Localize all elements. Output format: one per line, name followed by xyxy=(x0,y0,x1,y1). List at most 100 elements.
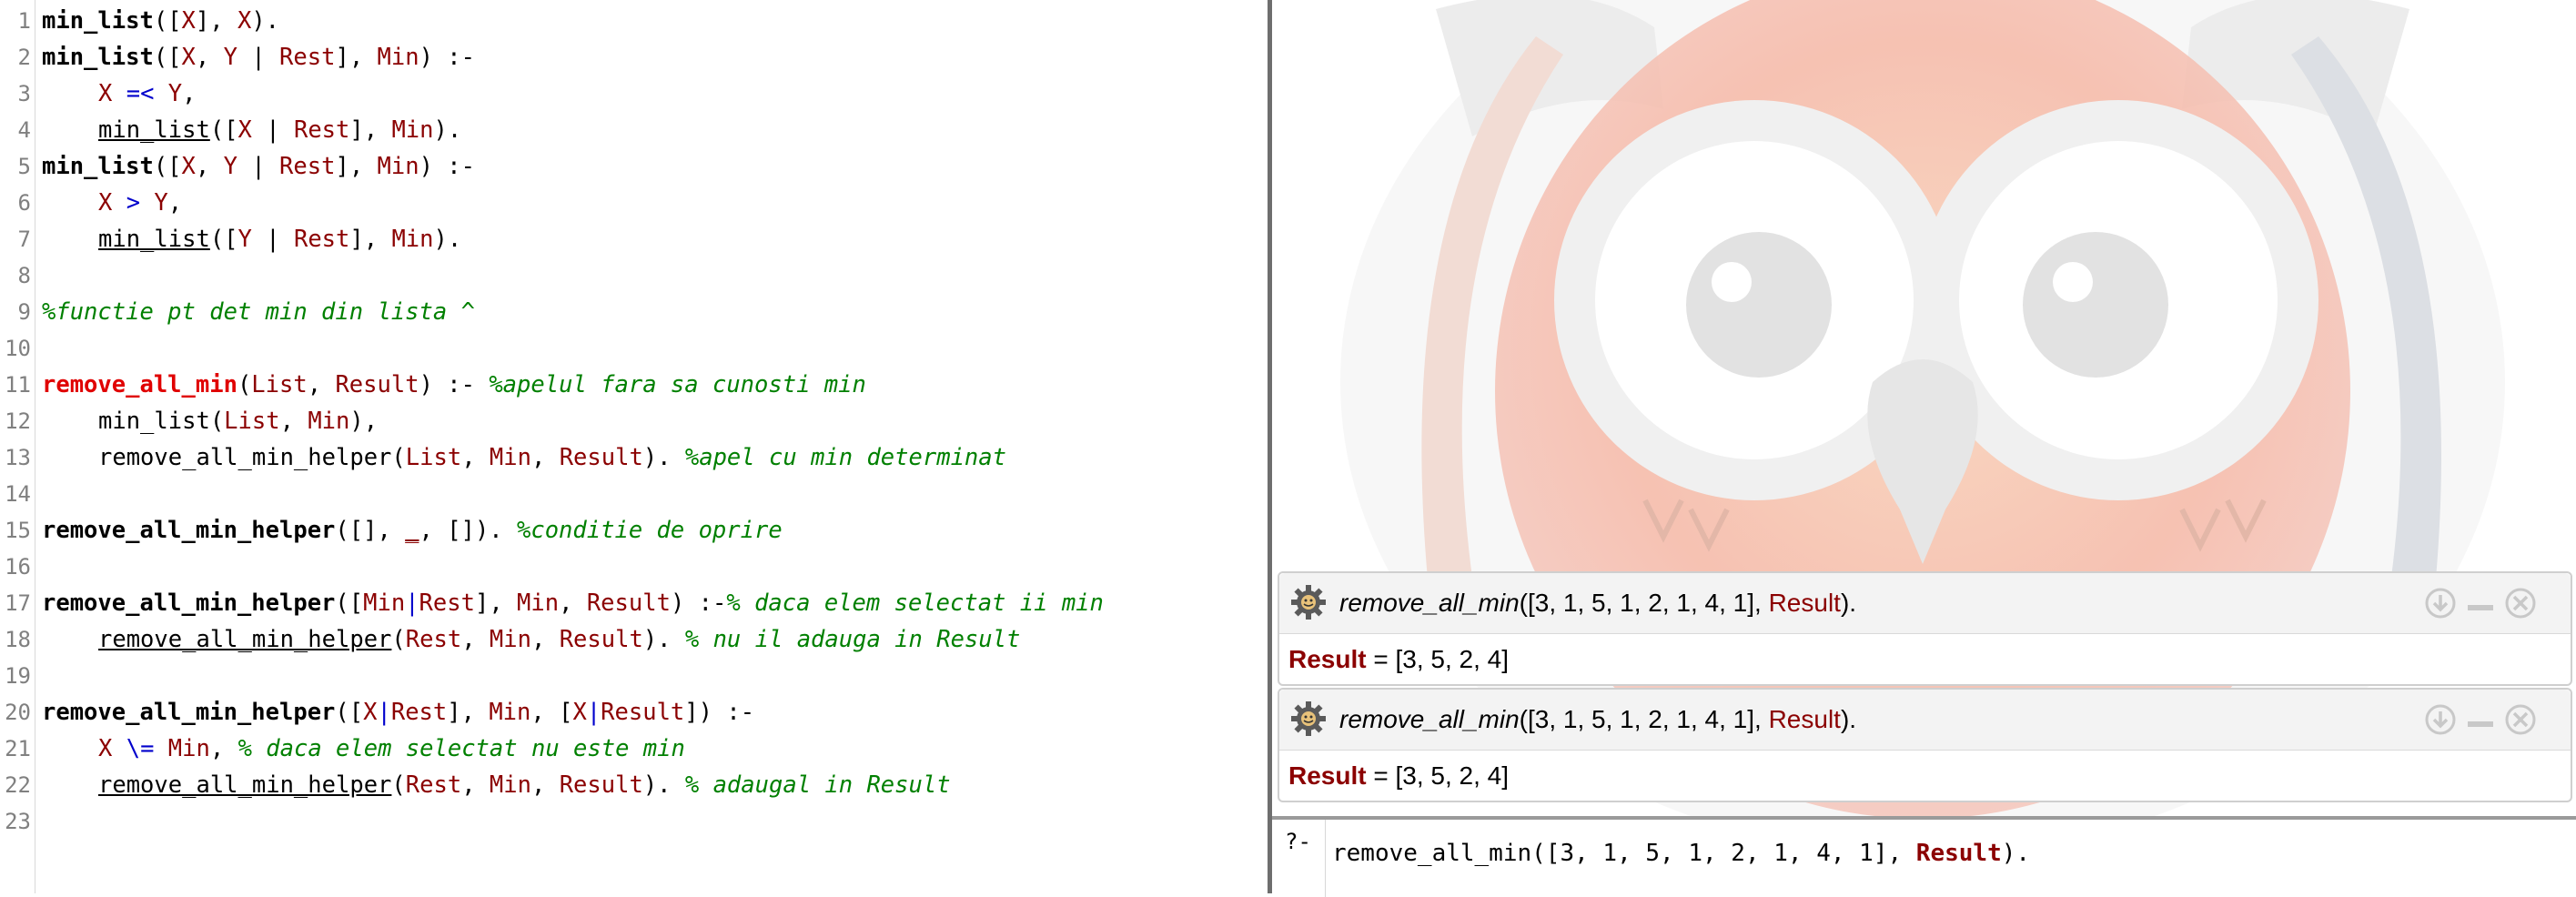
goal-call: remove_all_min_helper( xyxy=(98,444,406,471)
variable: Y xyxy=(223,44,237,71)
answer-value: = [3, 5, 2, 4] xyxy=(1366,761,1510,790)
line-number: 19 xyxy=(5,663,31,689)
query-prompt-area[interactable]: ?- remove_all_min([3, 1, 5, 1, 2, 1, 4, … xyxy=(1272,816,2576,897)
line-number: 15 xyxy=(5,518,31,543)
operator: \= xyxy=(112,735,168,762)
query-results-pane[interactable]: remove_all_min([3, 1, 5, 1, 2, 1, 4, 1],… xyxy=(1272,0,2576,893)
variable: Rest xyxy=(279,44,336,71)
line-number: 20 xyxy=(5,700,31,725)
punct: | xyxy=(251,226,294,253)
prompt-gutter: ?- xyxy=(1272,820,1326,897)
line-number: 5 xyxy=(17,154,31,179)
code-line-17[interactable]: remove_all_min_helper([Min|Rest], Min, R… xyxy=(42,585,1104,621)
variable: Min xyxy=(489,444,531,471)
clause-head: min_list xyxy=(42,153,154,180)
operator: | xyxy=(377,699,391,726)
punct: ([ xyxy=(335,590,364,617)
line-number: 10 xyxy=(5,336,31,361)
punct: ( xyxy=(391,626,406,653)
code-line-12[interactable]: min_list(List, Min), xyxy=(98,403,378,439)
code-line-21[interactable]: X \= Min, % daca elem selectat nu este m… xyxy=(98,731,685,767)
code-line-2[interactable]: min_list([X, Y | Rest], Min) :- xyxy=(42,39,475,76)
punct: , xyxy=(530,444,560,471)
variable: Y xyxy=(223,153,237,180)
code-line-1[interactable]: min_list([X], X). xyxy=(42,3,279,39)
line-number: 11 xyxy=(5,372,31,398)
punct: , xyxy=(167,189,183,217)
punct: ). xyxy=(251,7,280,35)
code-line-9[interactable]: %functie pt det min din lista ^ xyxy=(42,294,475,330)
line-number: 3 xyxy=(17,81,31,106)
code-line-11[interactable]: remove_all_min(List, Result) :- %apelul … xyxy=(42,367,866,403)
line-number: 6 xyxy=(17,190,31,216)
variable: Y xyxy=(237,226,252,253)
punct: ], xyxy=(474,590,518,617)
query-predicate: remove_all_min xyxy=(1339,589,1520,617)
query-input[interactable]: remove_all_min([3, 1, 5, 1, 2, 1, 4, 1],… xyxy=(1332,831,2030,876)
code-line-6[interactable]: X > Y, xyxy=(98,185,182,221)
punct: ) :- xyxy=(419,44,476,71)
punct: , []). xyxy=(419,517,517,544)
variable: X xyxy=(181,44,196,71)
code-line-18[interactable]: remove_all_min_helper(Rest, Min, Result)… xyxy=(98,621,1020,658)
punct: ], xyxy=(447,699,490,726)
operator: > xyxy=(112,189,155,217)
clause-head: remove_all_min_helper xyxy=(42,590,336,617)
query-text: remove_all_min([3, 1, 5, 1, 2, 1, 4, 1],… xyxy=(1339,573,1856,633)
punct: , xyxy=(530,626,560,653)
close-icon[interactable] xyxy=(2504,703,2537,736)
line-number: 18 xyxy=(5,627,31,652)
clause-head: min_list xyxy=(42,44,154,71)
code-line-13[interactable]: remove_all_min_helper(List, Min, Result)… xyxy=(98,439,1006,476)
query-result-panel[interactable]: remove_all_min([3, 1, 5, 1, 2, 1, 4, 1],… xyxy=(1278,688,2572,802)
punct: , xyxy=(461,626,490,653)
punct: ). xyxy=(642,626,685,653)
clause-head: remove_all_min xyxy=(42,371,237,398)
code-line-20[interactable]: remove_all_min_helper([X|Rest], Min, [X|… xyxy=(42,694,754,731)
code-line-3[interactable]: X =< Y, xyxy=(98,76,197,112)
punct: ], xyxy=(195,7,237,35)
comment: %functie pt det min din lista ^ xyxy=(42,298,475,326)
minimize-icon[interactable] xyxy=(2464,587,2497,620)
code-line-5[interactable]: min_list([X, Y | Rest], Min) :- xyxy=(42,148,475,185)
punct: ). xyxy=(642,444,685,471)
download-icon[interactable] xyxy=(2424,703,2457,736)
code-line-7[interactable]: min_list([Y | Rest], Min). xyxy=(98,221,461,257)
variable: X xyxy=(237,7,252,35)
variable: X xyxy=(181,7,196,35)
variable: Result xyxy=(601,699,685,726)
code-line-15[interactable]: remove_all_min_helper([], _, []). %condi… xyxy=(42,512,783,549)
query-end: ). xyxy=(1840,589,1857,617)
variable: X xyxy=(181,153,196,180)
code-line-22[interactable]: remove_all_min_helper(Rest, Min, Result)… xyxy=(98,767,951,803)
line-number: 1 xyxy=(17,8,31,34)
query-result-panel[interactable]: remove_all_min([3, 1, 5, 1, 2, 1, 4, 1],… xyxy=(1278,571,2572,686)
punct: , xyxy=(182,80,197,107)
close-icon[interactable] xyxy=(2504,587,2537,620)
punct: , xyxy=(195,153,224,180)
comment: %conditie de oprire xyxy=(517,517,783,544)
punct: , xyxy=(530,771,560,799)
punct: , xyxy=(307,371,336,398)
variable: Result xyxy=(559,771,643,799)
prompt-mark: ?- xyxy=(1285,829,1311,854)
download-icon[interactable] xyxy=(2424,587,2457,620)
punct: ([ xyxy=(209,226,238,253)
variable: List xyxy=(224,408,280,435)
code-line-4[interactable]: min_list([X | Rest], Min). xyxy=(98,112,461,148)
variable: Result xyxy=(586,590,671,617)
anonymous-variable: _ xyxy=(405,517,419,544)
code-editor[interactable]: 1 2 3 4 5 6 7 8 9 10 11 12 13 14 15 16 1… xyxy=(0,0,1268,893)
punct: ( xyxy=(237,371,252,398)
punct: ( xyxy=(391,771,406,799)
punct: ([ xyxy=(153,153,182,180)
variable: Rest xyxy=(279,153,336,180)
variable: X xyxy=(363,699,378,726)
line-number-gutter: 1 2 3 4 5 6 7 8 9 10 11 12 13 14 15 16 1… xyxy=(0,0,35,893)
gear-icon xyxy=(1291,585,1326,620)
variable: Rest xyxy=(293,116,350,144)
comment: % daca elem selectat nu este min xyxy=(237,735,685,762)
variable: X xyxy=(98,189,113,217)
minimize-icon[interactable] xyxy=(2464,703,2497,736)
line-number: 21 xyxy=(5,736,31,761)
